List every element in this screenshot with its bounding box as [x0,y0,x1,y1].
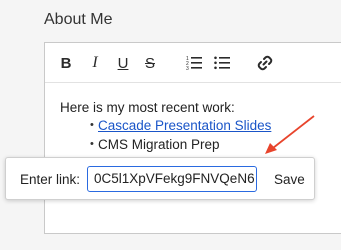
bold-icon: B [60,54,72,72]
bulleted-list-button[interactable] [211,52,233,74]
bulleted-list-icon [214,56,230,70]
ordered-list-button[interactable]: 1 2 3 [183,52,205,74]
link-button[interactable] [254,52,276,74]
bulleted-list: • Cascade Presentation Slides • CMS Migr… [90,116,271,154]
intro-text: Here is my most recent work: [60,100,235,115]
bullet-dot: • [90,119,94,131]
bullet-dot: • [90,138,94,150]
editor-content[interactable]: Here is my most recent work: • Cascade P… [60,98,271,154]
italic-button[interactable]: I [84,52,106,74]
link-popover: Enter link: 0C5l1XpVFekg9FNVQeN6 Save [5,157,315,200]
list-item-text: CMS Migration Prep [98,137,220,152]
svg-text:3: 3 [186,66,189,71]
underline-button[interactable]: U [112,52,134,74]
strikethrough-icon: S [144,54,155,72]
enter-link-label: Enter link: [20,172,81,187]
save-link-button[interactable]: Save [274,172,305,187]
underline-icon: U [117,54,129,72]
link-url-input[interactable]: 0C5l1XpVFekg9FNVQeN6 [87,166,257,192]
editor-toolbar: B I U S 1 2 3 [45,43,341,83]
link-icon [257,55,273,71]
list-item: • Cascade Presentation Slides [90,116,271,135]
italic-icon: I [92,54,98,71]
cascade-slides-link[interactable]: Cascade Presentation Slides [98,116,271,135]
section-title: About Me [44,11,113,28]
list-item: • CMS Migration Prep [90,135,271,154]
rich-text-editor[interactable]: B I U S 1 2 3 Here is my most recent wor… [44,42,341,234]
bold-button[interactable]: B [55,52,77,74]
ordered-list-icon: 1 2 3 [186,56,202,71]
strikethrough-button[interactable]: S [139,52,161,74]
